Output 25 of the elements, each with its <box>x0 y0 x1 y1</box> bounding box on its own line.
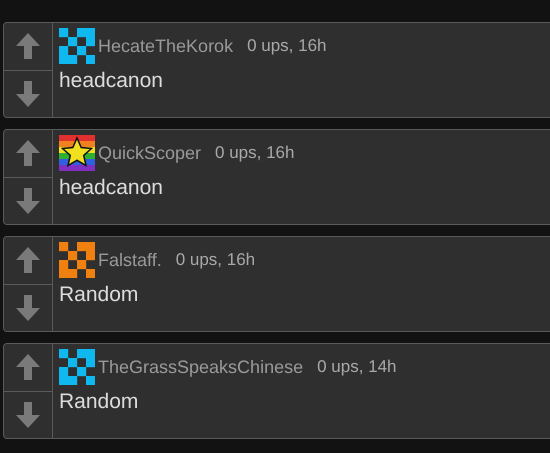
up-arrow-icon <box>16 140 40 166</box>
comment-meta: 0 ups, 14h <box>317 357 397 377</box>
username-link[interactable]: QuickScoper <box>98 142 202 164</box>
up-arrow-icon <box>16 354 40 380</box>
comment-text: Random <box>59 390 140 414</box>
down-arrow-icon <box>16 402 40 428</box>
down-arrow-icon <box>16 80 40 107</box>
up-arrow-icon <box>16 247 40 274</box>
comment-meta: 0 ups, 16h <box>247 36 326 56</box>
comment-text: Random <box>59 283 140 307</box>
username-link[interactable]: HecateTheKorok <box>98 36 234 56</box>
downvote-button[interactable] <box>4 390 52 438</box>
comment-text: headcanon <box>59 176 164 200</box>
downvote-button[interactable] <box>4 284 52 331</box>
comment-meta: 0 ups, 16h <box>215 143 294 163</box>
username-link[interactable]: Falstaff. <box>98 250 162 270</box>
up-arrow-icon <box>16 33 40 60</box>
comment-text: headcanon <box>59 69 164 93</box>
downvote-button[interactable] <box>4 176 52 224</box>
comment-meta: 0 ups, 16h <box>176 250 256 270</box>
down-arrow-icon <box>16 188 40 214</box>
avatar-icon <box>59 135 95 171</box>
down-arrow-icon <box>16 294 40 321</box>
username-link[interactable]: TheGrassSpeaksChinese <box>98 356 304 378</box>
downvote-button[interactable] <box>4 70 52 117</box>
